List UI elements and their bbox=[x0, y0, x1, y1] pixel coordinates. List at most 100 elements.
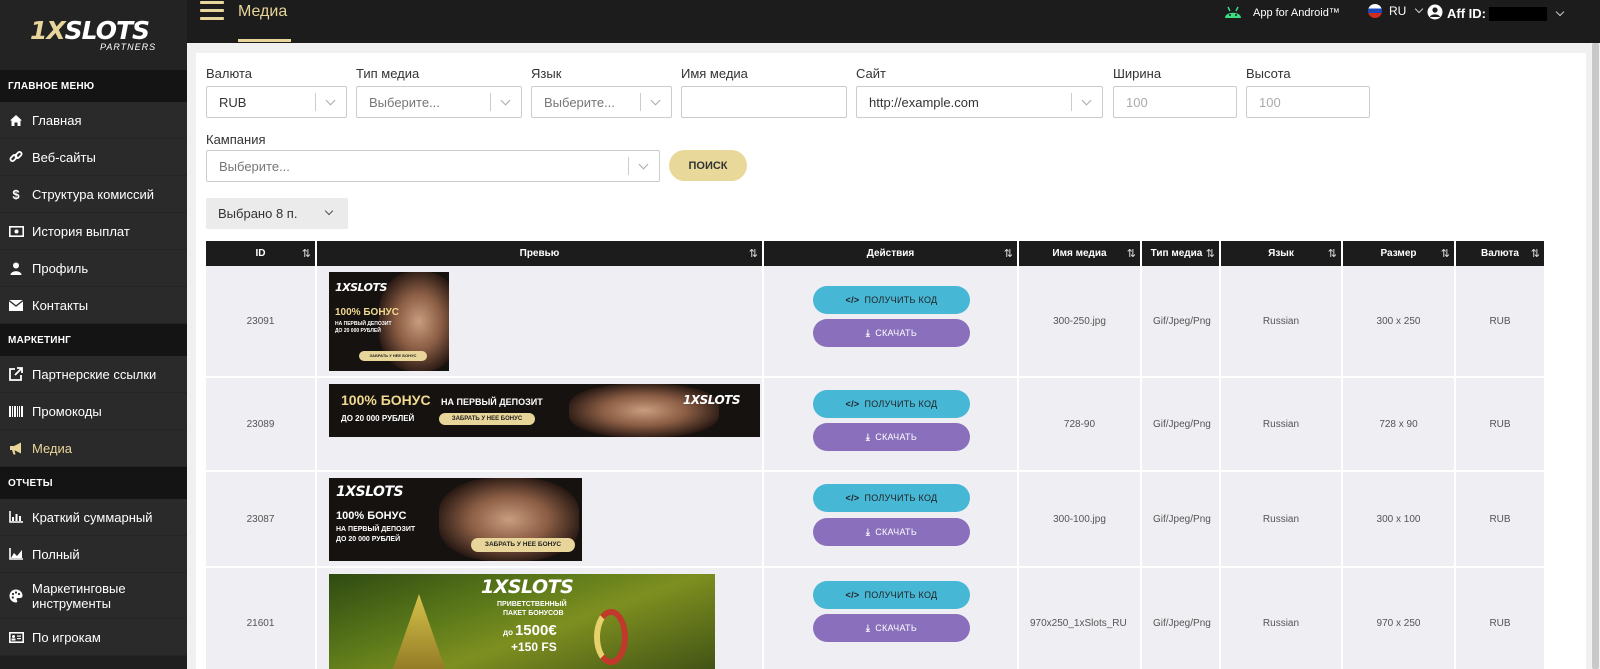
cell-media-type: Gif/Jpeg/Png bbox=[1142, 378, 1221, 470]
height-text[interactable] bbox=[1259, 94, 1369, 110]
envelope-icon bbox=[8, 298, 24, 312]
aff-id-redacted bbox=[1489, 6, 1547, 21]
sort-icon: ⇅ bbox=[1003, 248, 1013, 260]
sidebar-item-label: Структура комиссий bbox=[32, 186, 155, 202]
column-header-language[interactable]: Язык ⇅ bbox=[1221, 241, 1343, 266]
get-code-button[interactable]: </> ПОЛУЧИТЬ КОД bbox=[813, 390, 970, 418]
width-text[interactable] bbox=[1126, 94, 1236, 110]
cell-size: 300 x 250 bbox=[1343, 266, 1456, 376]
sidebar-item-profile[interactable]: Профиль bbox=[0, 250, 187, 287]
cell-size: 728 x 90 bbox=[1343, 378, 1456, 470]
dollar-icon: $ bbox=[12, 186, 20, 202]
code-icon: </> bbox=[845, 493, 860, 503]
get-code-button[interactable]: </> ПОЛУЧИТЬ КОД bbox=[813, 581, 970, 609]
sidebar-item-label: Промокоды bbox=[32, 403, 102, 419]
language-select[interactable]: Выберите... bbox=[531, 86, 672, 118]
chevron-down-icon bbox=[638, 159, 649, 170]
megaphone-icon bbox=[8, 441, 24, 455]
get-code-button[interactable]: </> ПОЛУЧИТЬ КОД bbox=[813, 484, 970, 512]
money-icon bbox=[8, 224, 24, 238]
chevron-down-icon bbox=[500, 95, 511, 106]
hamburger-menu-icon[interactable] bbox=[200, 1, 224, 21]
sidebar-item-promocodes[interactable]: Промокоды bbox=[0, 393, 187, 430]
sidebar-item-by-players[interactable]: По игрокам bbox=[0, 619, 187, 656]
android-app-label: App for Android™ bbox=[1253, 7, 1340, 19]
sidebar-item-contacts[interactable]: Контакты bbox=[0, 287, 187, 324]
sidebar-item-commission[interactable]: $ Структура комиссий bbox=[0, 176, 187, 213]
cell-language: Russian bbox=[1221, 378, 1343, 470]
site-select[interactable]: http://example.com bbox=[856, 86, 1103, 118]
sidebar-item-label: Маркетинговые инструменты bbox=[32, 580, 126, 611]
chevron-down-icon bbox=[1081, 95, 1092, 106]
banner-preview-970x250[interactable]: 1XSLOTS ПРИВЕТСТВЕННЫЙ ПАКЕТ БОНУСОВ до 1… bbox=[329, 574, 715, 669]
sidebar-item-label: Веб-сайты bbox=[32, 149, 96, 165]
palette-icon bbox=[8, 589, 24, 603]
width-input[interactable] bbox=[1113, 86, 1237, 118]
download-button[interactable]: ⤓ СКАЧАТЬ bbox=[813, 518, 970, 546]
media-name-text[interactable] bbox=[694, 94, 846, 110]
campaign-select[interactable]: Выберите... bbox=[206, 150, 660, 182]
sidebar-item-label: Полный bbox=[32, 546, 80, 562]
currency-select[interactable]: RUB bbox=[206, 86, 347, 118]
android-app-link[interactable]: App for Android™ bbox=[1224, 5, 1340, 21]
sort-icon: ⇅ bbox=[1327, 248, 1337, 260]
banner-preview-300x250[interactable]: 1XSLOTS 100% БОНУС НА ПЕРВЫЙ ДЕПОЗИТ ДО … bbox=[329, 272, 449, 371]
chevron-down-icon bbox=[650, 95, 661, 106]
site-value: http://example.com bbox=[869, 94, 979, 110]
code-icon: </> bbox=[845, 590, 860, 600]
media-name-label: Имя медиа bbox=[681, 66, 748, 81]
language-label: RU bbox=[1389, 4, 1407, 18]
logo[interactable]: 1XSLOTS PARTNERS bbox=[0, 0, 187, 70]
language-selector[interactable]: RU bbox=[1368, 4, 1424, 18]
banner-preview-728x90[interactable]: 100% БОНУС НА ПЕРВЫЙ ДЕПОЗИТ ДО 20 000 Р… bbox=[329, 384, 760, 437]
sidebar-item-short-summary[interactable]: Краткий суммарный bbox=[0, 499, 187, 536]
media-name-input[interactable] bbox=[681, 86, 847, 118]
banner-preview-300x100[interactable]: 1XSLOTS 100% БОНУС НА ПЕРВЫЙ ДЕПОЗИТ ДО … bbox=[329, 478, 582, 561]
sidebar-item-media[interactable]: Медиа bbox=[0, 430, 187, 467]
column-header-id[interactable]: ID ⇅ bbox=[206, 241, 317, 266]
cell-preview: 100% БОНУС НА ПЕРВЫЙ ДЕПОЗИТ ДО 20 000 Р… bbox=[317, 378, 764, 470]
search-button[interactable]: ПОИСК bbox=[669, 150, 747, 181]
download-button[interactable]: ⤓ СКАЧАТЬ bbox=[813, 614, 970, 642]
cell-media-type: Gif/Jpeg/Png bbox=[1142, 266, 1221, 376]
get-code-button[interactable]: </> ПОЛУЧИТЬ КОД bbox=[813, 286, 970, 314]
column-header-media-type[interactable]: Тип медиа ⇅ bbox=[1142, 241, 1221, 266]
cell-currency: RUB bbox=[1489, 513, 1511, 525]
download-icon: ⤓ bbox=[865, 431, 871, 442]
height-input[interactable] bbox=[1246, 86, 1370, 118]
cell-currency: RUB bbox=[1489, 617, 1511, 629]
column-header-currency[interactable]: Валюта ⇅ bbox=[1456, 241, 1544, 266]
table-row: 23087 1XSLOTS 100% БОНУС НА ПЕРВЫЙ ДЕПОЗ… bbox=[206, 472, 1544, 568]
cell-language: Russian bbox=[1221, 472, 1343, 566]
language-placeholder: Выберите... bbox=[544, 94, 615, 110]
column-header-media-name[interactable]: Имя медиа ⇅ bbox=[1019, 241, 1142, 266]
account-menu[interactable]: Aff ID: bbox=[1427, 4, 1565, 23]
sidebar-item-marketing-tools[interactable]: Маркетинговые инструменты bbox=[0, 573, 187, 619]
sidebar-item-partner-links[interactable]: Партнерские ссылки bbox=[0, 356, 187, 393]
campaign-label: Кампания bbox=[206, 132, 266, 147]
column-header-size[interactable]: Размер ⇅ bbox=[1343, 241, 1456, 266]
page-scrollbar[interactable] bbox=[1591, 43, 1600, 669]
column-select-dropdown[interactable]: Выбрано 8 п. bbox=[206, 198, 348, 229]
chevron-down-icon bbox=[1555, 7, 1565, 16]
table-row: 21601 1XSLOTS ПРИВЕТСТВЕННЫЙ ПАКЕТ БОНУС… bbox=[206, 568, 1544, 669]
sort-icon: ⇅ bbox=[1126, 248, 1136, 260]
section-title-marketing: МАРКЕТИНГ bbox=[0, 324, 187, 356]
media-type-select[interactable]: Выберите... bbox=[356, 86, 522, 118]
sidebar-item-websites[interactable]: Веб-сайты bbox=[0, 139, 187, 176]
table-row: 23091 1XSLOTS 100% БОНУС НА ПЕРВЫЙ ДЕПОЗ… bbox=[206, 266, 1544, 378]
sidebar-item-home[interactable]: Главная bbox=[0, 102, 187, 139]
column-header-actions[interactable]: Действия ⇅ bbox=[764, 241, 1019, 266]
logo-sub-text: PARTNERS bbox=[100, 41, 157, 52]
sidebar-item-payouts[interactable]: История выплат bbox=[0, 213, 187, 250]
russia-flag-icon bbox=[1368, 4, 1382, 18]
sidebar-item-full[interactable]: Полный bbox=[0, 536, 187, 573]
download-button[interactable]: ⤓ СКАЧАТЬ bbox=[813, 423, 970, 451]
user-icon bbox=[8, 261, 24, 275]
column-header-preview[interactable]: Превью ⇅ bbox=[317, 241, 764, 266]
chevron-down-icon bbox=[324, 206, 334, 216]
download-button[interactable]: ⤓ СКАЧАТЬ bbox=[813, 319, 970, 347]
width-label: Ширина bbox=[1113, 66, 1162, 81]
cell-actions: </> ПОЛУЧИТЬ КОД ⤓ СКАЧАТЬ bbox=[764, 378, 1019, 470]
scrollbar-thumb[interactable] bbox=[1592, 43, 1599, 669]
